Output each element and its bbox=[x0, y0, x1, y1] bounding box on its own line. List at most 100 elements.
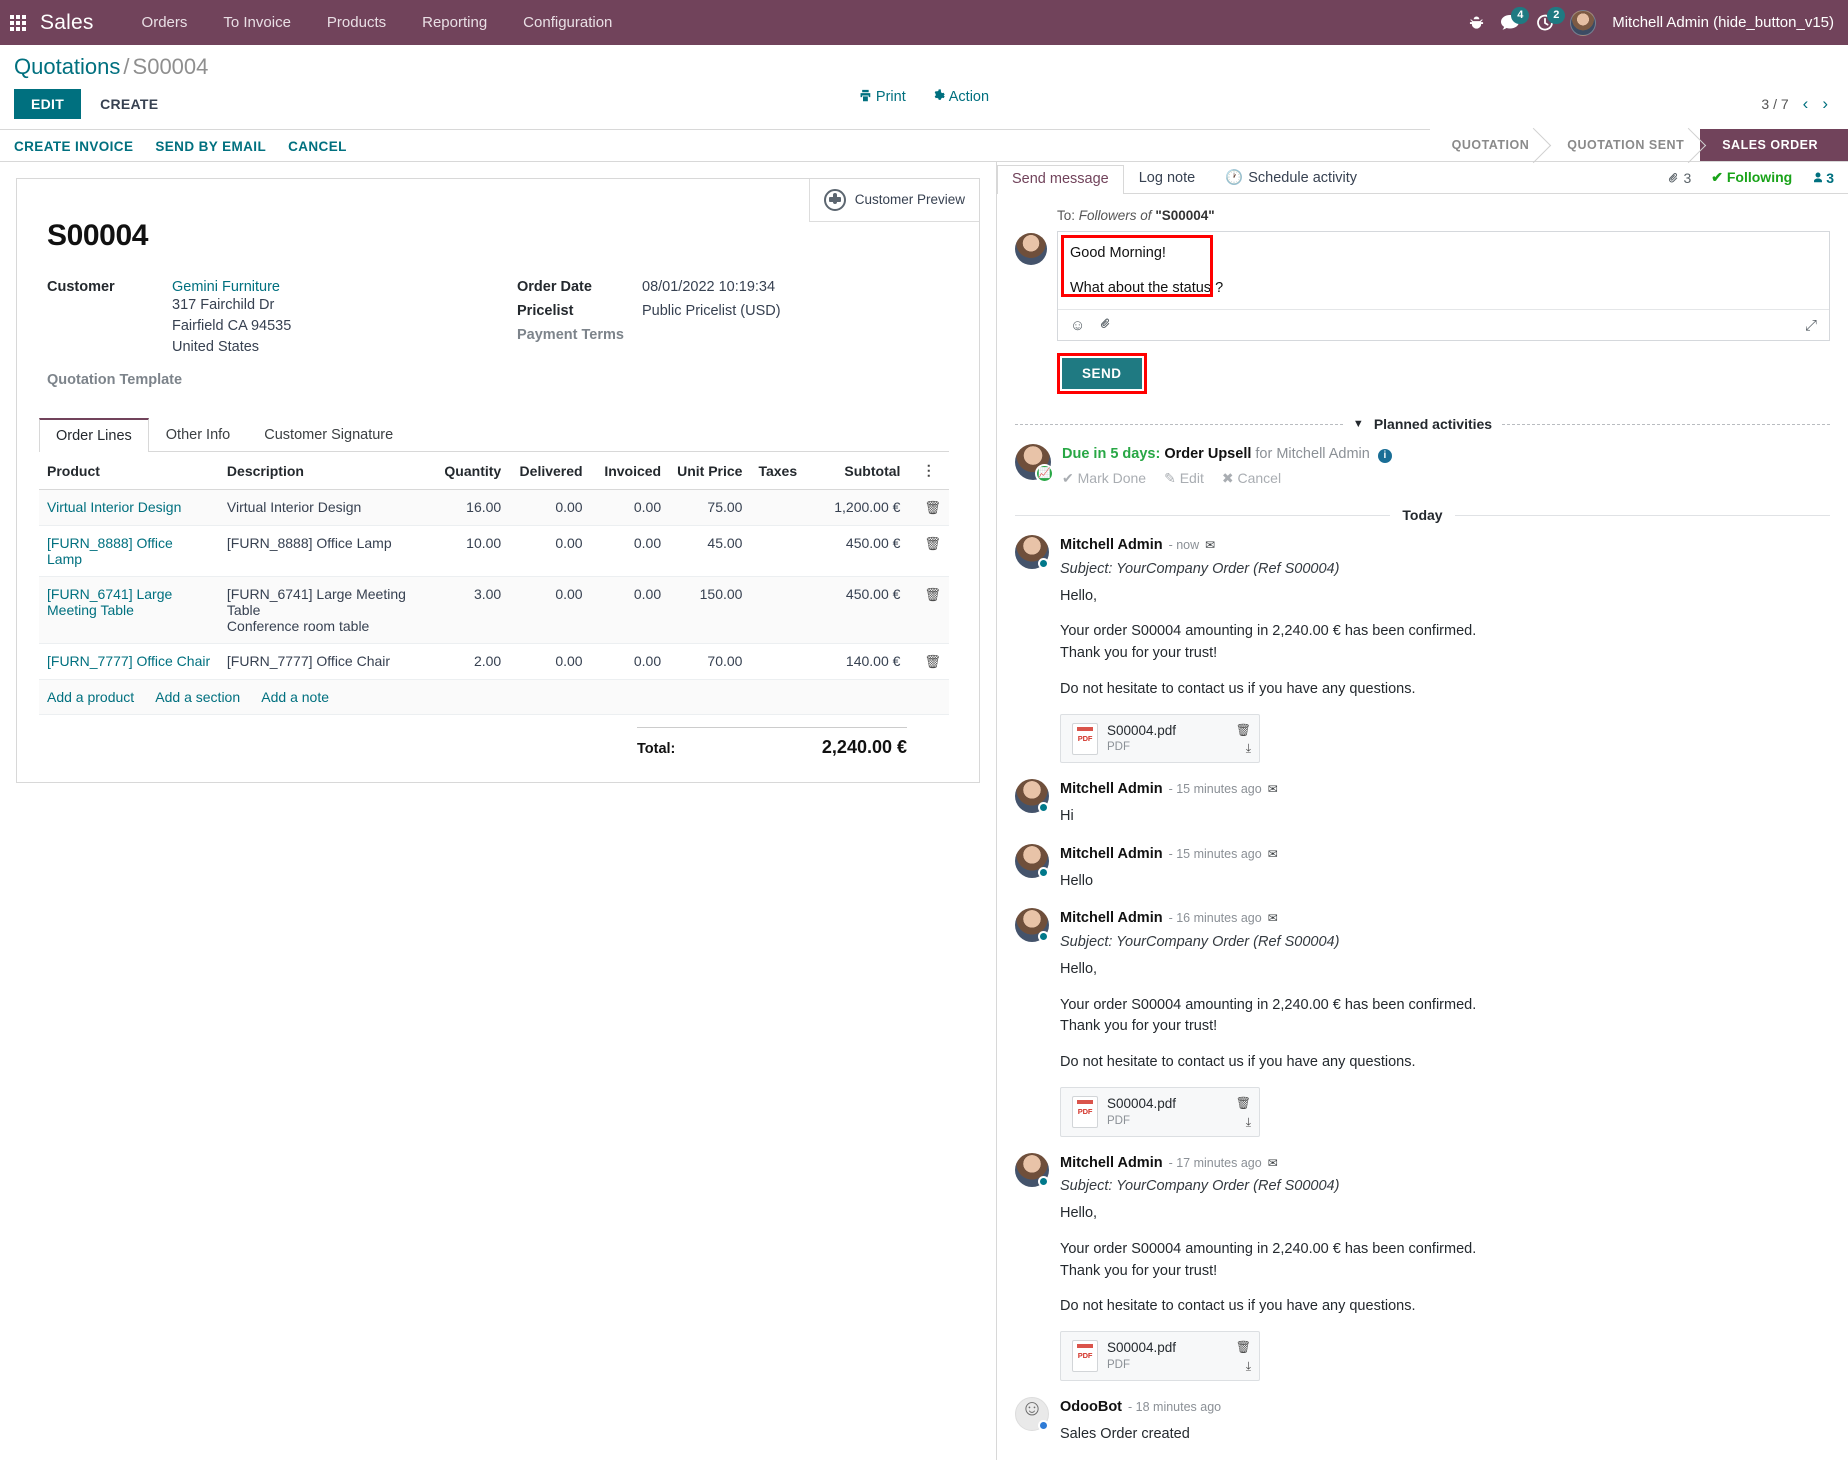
table-row[interactable]: [FURN_8888] Office Lamp [FURN_8888] Offi… bbox=[39, 525, 949, 578]
product-link[interactable]: [FURN_7777] Office Chair bbox=[47, 653, 210, 669]
attachments-counter[interactable]: 3 bbox=[1667, 170, 1691, 186]
edit-activity-button[interactable]: ✎ Edit bbox=[1164, 470, 1204, 487]
product-link[interactable]: [FURN_8888] Office Lamp bbox=[47, 535, 173, 567]
download-attachment-icon[interactable]: ⤓ bbox=[1246, 739, 1251, 757]
column-product[interactable]: Product bbox=[39, 452, 219, 491]
tab-other-info[interactable]: Other Info bbox=[149, 418, 247, 452]
cell-delete[interactable]: 🗑 bbox=[908, 525, 949, 578]
message-author[interactable]: OdooBot bbox=[1060, 1397, 1122, 1419]
column-subtotal[interactable]: Subtotal bbox=[806, 452, 909, 491]
cell-product[interactable]: Virtual Interior Design bbox=[39, 489, 219, 527]
pager-previous-icon[interactable]: ‹ bbox=[1803, 94, 1809, 114]
trash-icon[interactable]: 🗑 bbox=[924, 536, 941, 551]
cell-product[interactable]: [FURN_7777] Office Chair bbox=[39, 643, 219, 681]
breadcrumb-quotations[interactable]: Quotations bbox=[14, 54, 120, 79]
edit-button[interactable]: EDIT bbox=[14, 89, 82, 120]
download-attachment-icon[interactable]: ⤓ bbox=[1246, 1113, 1251, 1131]
info-icon[interactable]: i bbox=[1377, 449, 1392, 464]
message-attachment[interactable]: S00004.pdf PDF 🗑 ⤓ bbox=[1060, 1331, 1260, 1381]
delete-attachment-icon[interactable]: 🗑 bbox=[1236, 1094, 1251, 1112]
cancel-activity-button[interactable]: ✖ Cancel bbox=[1222, 470, 1281, 487]
cell-delete[interactable]: 🗑 bbox=[908, 489, 949, 527]
column-delivered[interactable]: Delivered bbox=[509, 452, 591, 491]
send-by-email-button[interactable]: SEND BY EMAIL bbox=[155, 139, 280, 161]
attach-file-icon[interactable] bbox=[1099, 316, 1112, 334]
message-attachment[interactable]: S00004.pdf PDF 🗑 ⤓ bbox=[1060, 1086, 1260, 1137]
nav-item-to-invoice[interactable]: To Invoice bbox=[205, 0, 309, 45]
user-menu[interactable]: Mitchell Admin (hide_button_v15) bbox=[1612, 14, 1834, 31]
avatar[interactable] bbox=[1570, 9, 1597, 36]
attachment-name[interactable]: S00004.pdf bbox=[1107, 1340, 1176, 1355]
attachment-type: PDF bbox=[1107, 1114, 1130, 1127]
cell-description: [FURN_8888] Office Lamp bbox=[218, 525, 427, 578]
vertical-dots-icon[interactable]: ⋮ bbox=[922, 462, 936, 478]
table-row[interactable]: [FURN_6741] Large Meeting Table [FURN_67… bbox=[39, 576, 949, 645]
composer-box[interactable]: Good Morning! What about the status ? ☺ … bbox=[1057, 231, 1830, 342]
column-invoiced[interactable]: Invoiced bbox=[590, 452, 670, 491]
tab-customer-signature[interactable]: Customer Signature bbox=[247, 418, 410, 452]
product-link[interactable]: [FURN_6741] Large Meeting Table bbox=[47, 586, 172, 618]
trash-icon[interactable]: 🗑 bbox=[924, 587, 941, 602]
download-attachment-icon[interactable]: ⤓ bbox=[1246, 1357, 1251, 1375]
product-link[interactable]: Virtual Interior Design bbox=[47, 499, 181, 515]
create-button[interactable]: CREATE bbox=[87, 89, 171, 119]
mark-done-button[interactable]: ✔ Mark Done bbox=[1062, 470, 1146, 487]
cell-delete[interactable]: 🗑 bbox=[908, 576, 949, 645]
cancel-button[interactable]: CANCEL bbox=[288, 139, 361, 161]
column-unit-price[interactable]: Unit Price bbox=[669, 452, 751, 491]
messages-icon[interactable]: 4 bbox=[1500, 7, 1530, 31]
bug-icon[interactable] bbox=[1469, 15, 1484, 31]
column-quantity[interactable]: Quantity bbox=[426, 452, 510, 491]
cell-product[interactable]: [FURN_6741] Large Meeting Table bbox=[39, 576, 219, 645]
emoji-icon[interactable]: ☺ bbox=[1070, 317, 1085, 334]
delete-attachment-icon[interactable]: 🗑 bbox=[1236, 721, 1251, 739]
nav-item-configuration[interactable]: Configuration bbox=[505, 0, 630, 45]
activities-clock-icon[interactable]: 2 bbox=[1536, 6, 1566, 32]
chatter-tab-send-message[interactable]: Send message bbox=[997, 165, 1124, 195]
expand-composer-icon[interactable]: ⤢ bbox=[1805, 317, 1817, 334]
table-row[interactable]: [FURN_7777] Office Chair [FURN_7777] Off… bbox=[39, 643, 949, 681]
add-a-note-link[interactable]: Add a note bbox=[261, 689, 329, 705]
nav-item-products[interactable]: Products bbox=[309, 0, 404, 45]
table-row[interactable]: Virtual Interior Design Virtual Interior… bbox=[39, 489, 949, 527]
column-description[interactable]: Description bbox=[218, 452, 427, 491]
message-author[interactable]: Mitchell Admin bbox=[1060, 535, 1163, 557]
send-button[interactable]: SEND bbox=[1062, 358, 1142, 390]
message-author[interactable]: Mitchell Admin bbox=[1060, 779, 1163, 801]
nav-item-reporting[interactable]: Reporting bbox=[404, 0, 505, 45]
add-a-product-link[interactable]: Add a product bbox=[47, 689, 134, 705]
chatter-tab-schedule-activity[interactable]: 🕐 Schedule activity bbox=[1210, 163, 1372, 193]
delete-attachment-icon[interactable]: 🗑 bbox=[1236, 1338, 1251, 1356]
column-taxes[interactable]: Taxes bbox=[750, 452, 807, 491]
composer-textarea[interactable]: Good Morning! What about the status ? bbox=[1058, 232, 1829, 309]
following-button[interactable]: ✔ Following bbox=[1711, 169, 1792, 186]
action-button[interactable]: Action bbox=[932, 89, 989, 105]
status-stage-quotation-sent[interactable]: QUOTATION SENT bbox=[1545, 129, 1701, 162]
cell-delete[interactable]: 🗑 bbox=[908, 643, 949, 681]
tab-order-lines[interactable]: Order Lines bbox=[39, 418, 149, 453]
followers-button[interactable]: 3 bbox=[1812, 170, 1834, 186]
column-options-icon[interactable]: ⋮ bbox=[908, 452, 949, 491]
print-button[interactable]: Print bbox=[859, 89, 906, 105]
customer-preview-button[interactable]: Customer Preview bbox=[810, 179, 979, 221]
chevron-down-icon[interactable]: ▼ bbox=[1353, 418, 1364, 430]
status-stage-sales-order[interactable]: SALES ORDER bbox=[1685, 129, 1848, 162]
customer-value[interactable]: Gemini Furniture bbox=[172, 279, 291, 295]
app-brand-sales[interactable]: Sales bbox=[40, 11, 94, 35]
apps-menu-icon[interactable] bbox=[10, 14, 26, 31]
pager-next-icon[interactable]: › bbox=[1822, 94, 1828, 114]
trash-icon[interactable]: 🗑 bbox=[924, 654, 941, 669]
status-stage-quotation[interactable]: QUOTATION bbox=[1429, 129, 1546, 162]
message-author[interactable]: Mitchell Admin bbox=[1060, 1153, 1163, 1175]
add-a-section-link[interactable]: Add a section bbox=[155, 689, 240, 705]
attachment-name[interactable]: S00004.pdf bbox=[1107, 1096, 1176, 1111]
trash-icon[interactable]: 🗑 bbox=[924, 500, 941, 515]
message-author[interactable]: Mitchell Admin bbox=[1060, 844, 1163, 866]
create-invoice-button[interactable]: CREATE INVOICE bbox=[14, 139, 147, 161]
message-attachment[interactable]: S00004.pdf PDF 🗑 ⤓ bbox=[1060, 713, 1260, 764]
cell-product[interactable]: [FURN_8888] Office Lamp bbox=[39, 525, 219, 578]
chatter-tab-log-note[interactable]: Log note bbox=[1124, 164, 1210, 193]
message-author[interactable]: Mitchell Admin bbox=[1060, 908, 1163, 930]
attachment-name[interactable]: S00004.pdf bbox=[1107, 723, 1176, 738]
nav-item-orders[interactable]: Orders bbox=[124, 0, 206, 45]
